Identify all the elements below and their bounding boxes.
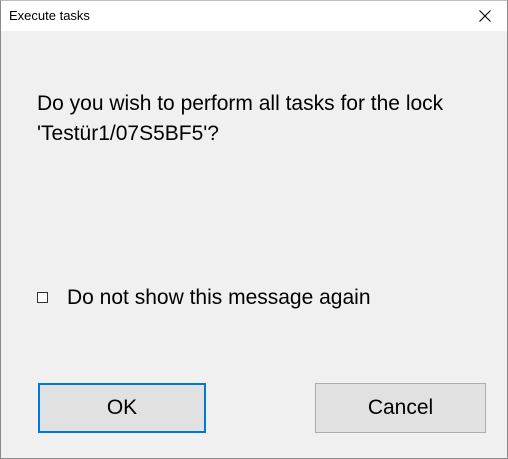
confirmation-message: Do you wish to perform all tasks for the…: [37, 92, 444, 145]
close-button[interactable]: [461, 1, 507, 31]
cancel-button[interactable]: Cancel: [315, 383, 486, 433]
dont-show-again-checkbox[interactable]: [37, 292, 48, 303]
title-bar: Execute tasks: [1, 1, 507, 31]
window-title: Execute tasks: [9, 8, 90, 23]
close-icon: [479, 10, 491, 22]
dont-show-again-label[interactable]: Do not show this message again: [67, 285, 371, 311]
execute-tasks-dialog: Execute tasks Do you wish to perform all…: [0, 0, 508, 459]
ok-button[interactable]: OK: [38, 383, 206, 433]
